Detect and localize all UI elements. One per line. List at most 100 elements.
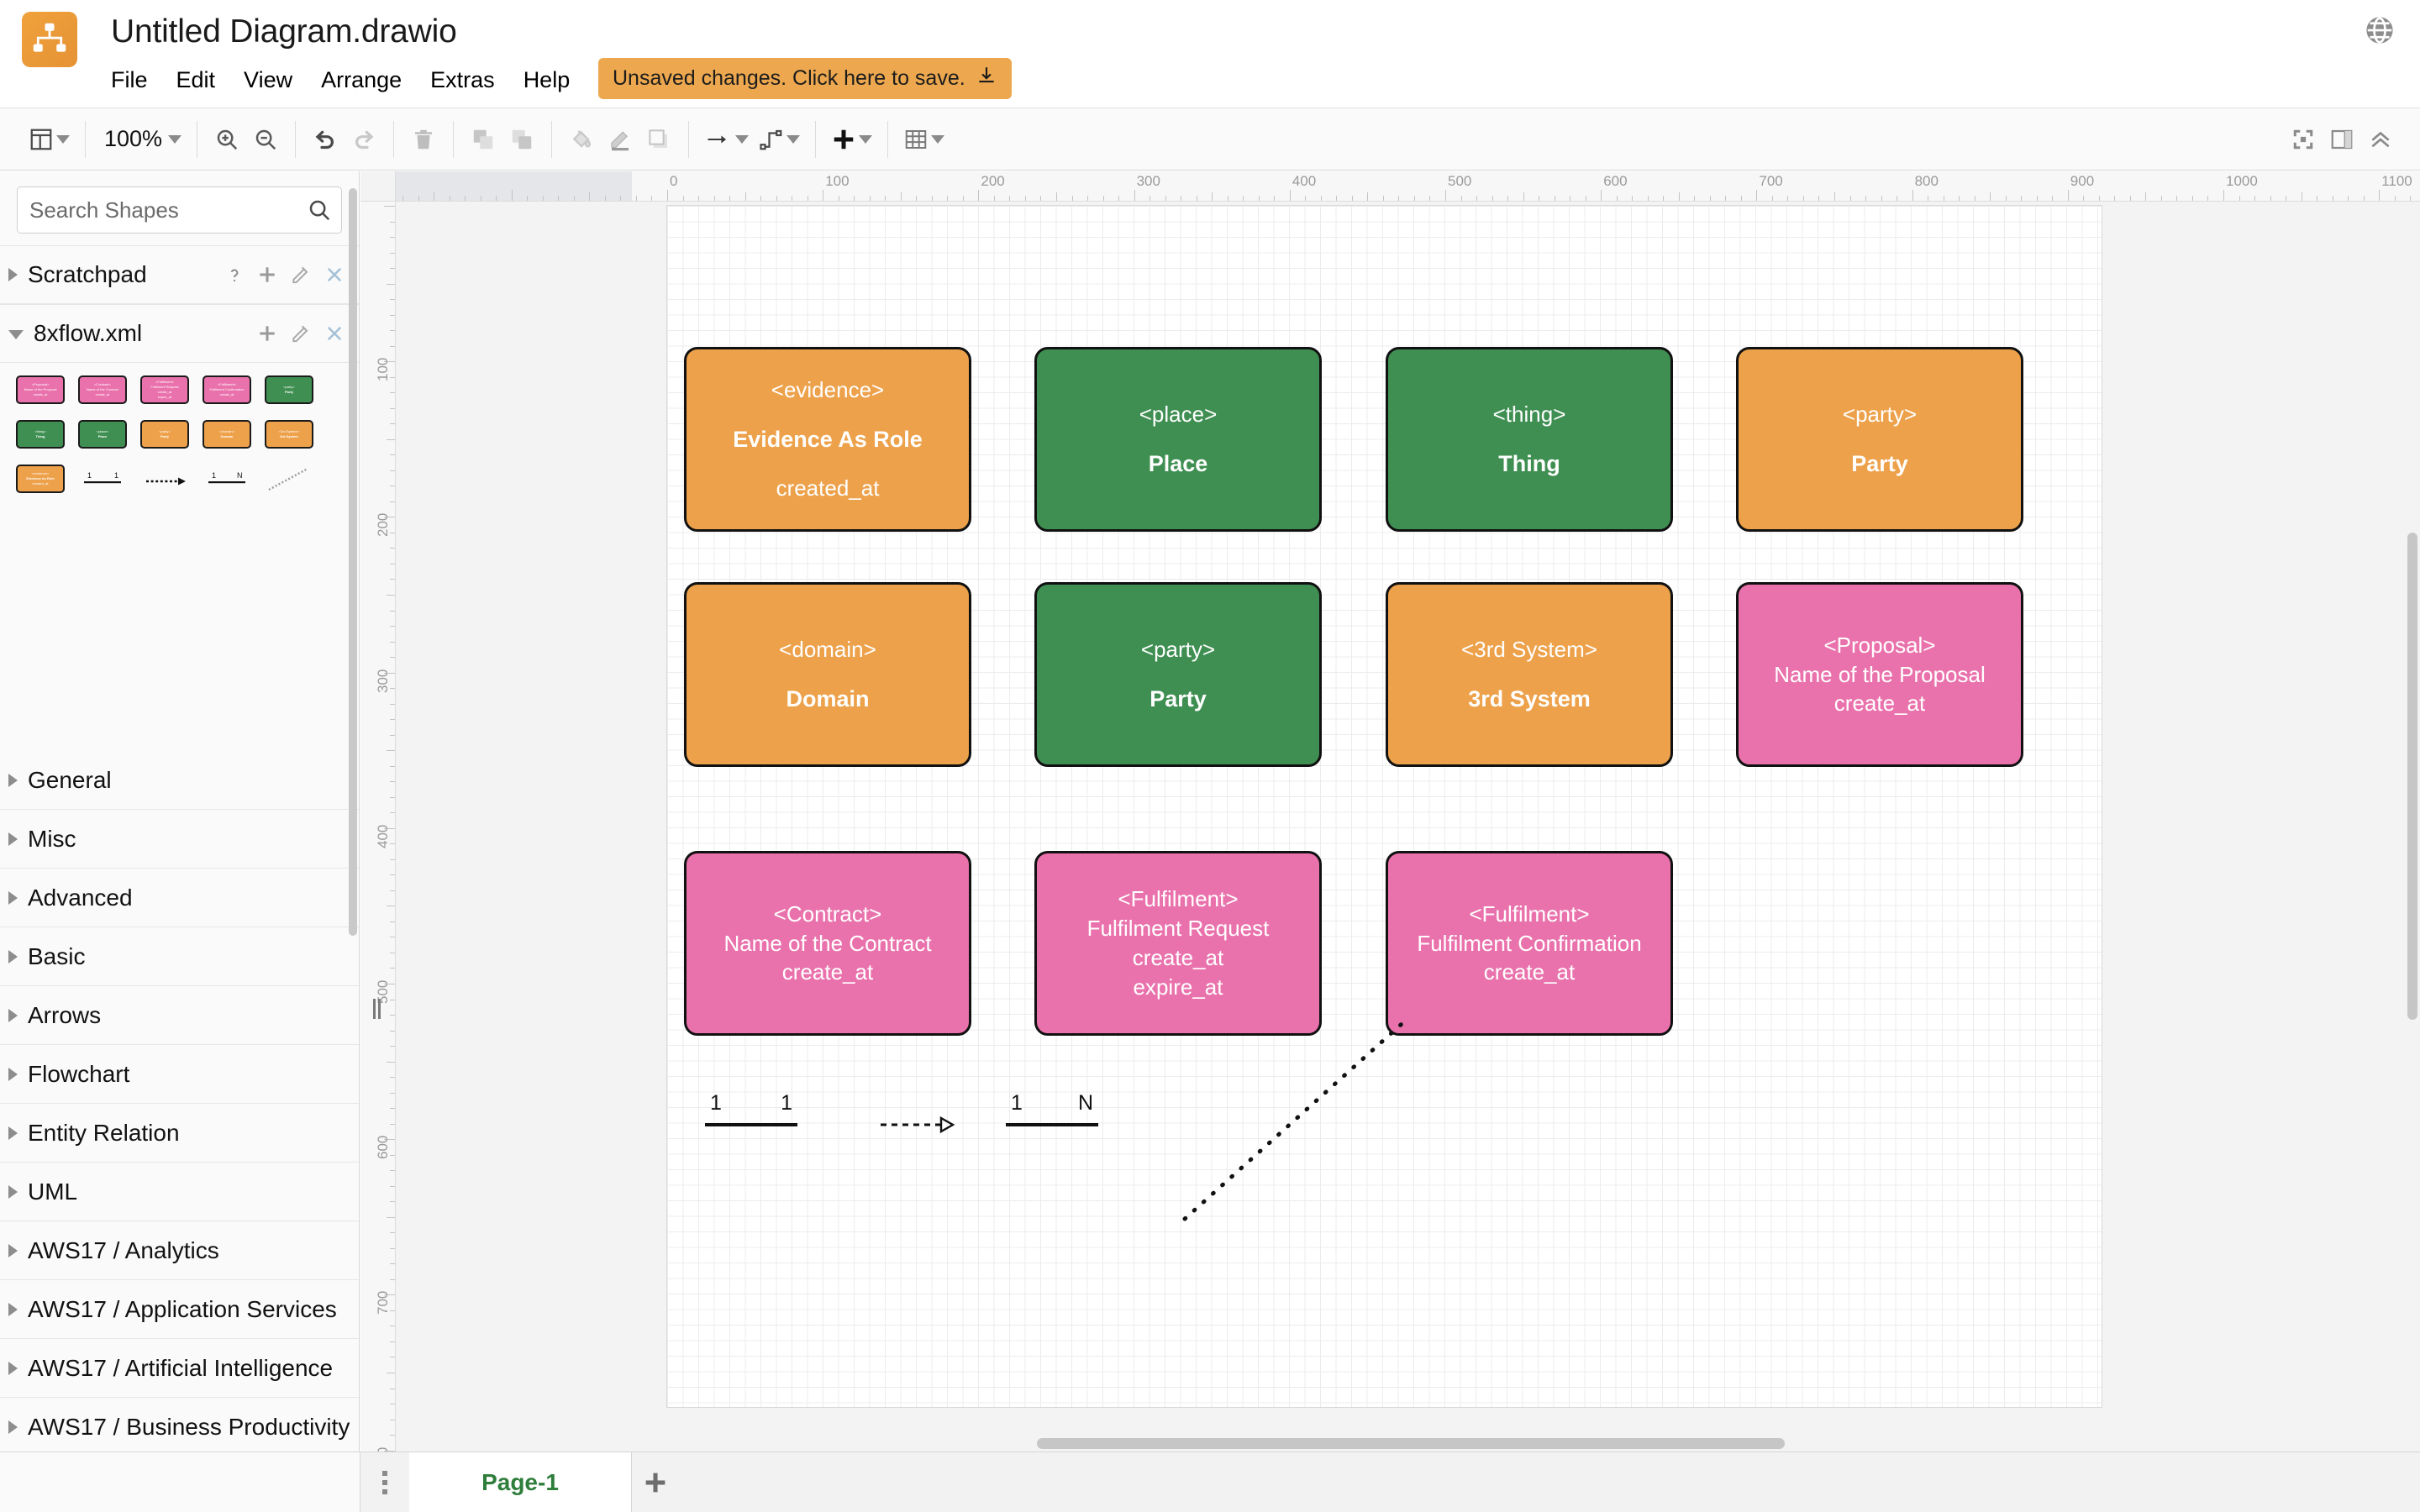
add-page-button[interactable] <box>632 1452 679 1512</box>
shape-thumb-contract[interactable]: <Contract>Name of the Contractcreate_at <box>74 373 131 407</box>
palette-header-scratchpad[interactable]: Scratchpad <box>0 245 359 304</box>
sidebar-scrollbar[interactable] <box>349 188 357 936</box>
menu-arrange[interactable]: Arrange <box>321 64 416 97</box>
connector-dotted-diagonal-icon <box>1181 1012 1413 1224</box>
sidebar-category-basic[interactable]: Basic <box>0 927 359 986</box>
category-label: AWS17 / Analytics <box>28 1237 219 1264</box>
diagram-connector-dotted-diagonal[interactable] <box>1181 1012 1413 1228</box>
shape-thumb-evidence-as-role[interactable]: <evidence>Evidence As Rolecreated_at <box>12 462 69 496</box>
shape-thumb-label: <thing>Thing <box>34 429 45 439</box>
diagram-connector-dashed-arrow[interactable] <box>879 1103 963 1144</box>
shape-thumb-thing[interactable]: <thing>Thing <box>12 417 69 451</box>
sidebar-category-general[interactable]: General <box>0 751 359 810</box>
diagram-connector-one-to-one[interactable]: 11 <box>705 1103 797 1140</box>
fill-color-icon[interactable] <box>562 115 601 164</box>
insert-plus-icon[interactable] <box>826 115 877 164</box>
shape-thumb-fulfilment-confirmation[interactable]: <Fulfilment>Fulfilment Confirmationcreat… <box>198 373 255 407</box>
shape-thumb-connector-1-n[interactable]: 1 N <box>198 462 255 496</box>
shadow-icon[interactable] <box>639 115 678 164</box>
edge-style-icon[interactable] <box>754 115 805 164</box>
zoom-out-icon[interactable] <box>246 115 285 164</box>
add-shape-icon[interactable] <box>256 264 278 286</box>
connector-end-label: 1 <box>781 1091 792 1116</box>
diagram-node-thing[interactable]: <thing>Thing <box>1386 347 1673 532</box>
menu-edit[interactable]: Edit <box>176 64 230 97</box>
ruler-guide-handle[interactable] <box>373 999 383 1019</box>
shape-palette-row: <Proposal>Name of the Proposalcreate_at … <box>12 373 347 407</box>
edit-icon[interactable] <box>290 264 312 286</box>
shape-thumb-proposal[interactable]: <Proposal>Name of the Proposalcreate_at <box>12 373 69 407</box>
sidebar-category-advanced[interactable]: Advanced <box>0 869 359 927</box>
kebab-menu-icon[interactable] <box>360 1452 409 1512</box>
diagram-node-third-system[interactable]: <3rd System>3rd System <box>1386 582 1673 767</box>
shape-thumb-connector-1-1[interactable]: 1 1 <box>74 462 131 496</box>
add-shape-icon[interactable] <box>256 323 278 344</box>
page-tab-page-1[interactable]: Page-1 <box>409 1452 632 1512</box>
undo-icon[interactable] <box>306 115 345 164</box>
sidebar-category-misc[interactable]: Misc <box>0 810 359 869</box>
trash-icon[interactable] <box>404 115 443 164</box>
canvas-vertical-scrollbar[interactable] <box>2405 171 2420 1452</box>
diagram-node-fulfilment-request[interactable]: <Fulfilment>Fulfilment Requestcreate_ate… <box>1034 851 1322 1036</box>
sidebar-category-aws-application-services[interactable]: AWS17 / Application Services <box>0 1280 359 1339</box>
connector-line <box>1006 1123 1098 1126</box>
diagram-node-fulfilment-confirmation[interactable]: <Fulfilment>Fulfilment Confirmationcreat… <box>1386 851 1673 1036</box>
bring-to-front-icon[interactable] <box>464 115 502 164</box>
canvas-scroll-viewport[interactable]: <evidence>Evidence As Rolecreated_at <pla… <box>396 202 2420 1452</box>
arrow-style-icon[interactable] <box>699 115 754 164</box>
shape-thumb-party-orange[interactable]: <party>Party <box>136 417 193 451</box>
sidebar-category-flowchart[interactable]: Flowchart <box>0 1045 359 1104</box>
close-icon[interactable] <box>324 323 345 344</box>
help-icon[interactable] <box>224 264 245 286</box>
diagram-node-domain[interactable]: <domain>Domain <box>684 582 971 767</box>
diagram-connector-one-to-n[interactable]: 1N <box>1006 1103 1098 1140</box>
zoom-in-icon[interactable] <box>208 115 246 164</box>
shape-thumb-connector-dotted-diagonal[interactable] <box>260 462 318 496</box>
diagram-node-proposal[interactable]: <Proposal>Name of the Proposalcreate_at <box>1736 582 2023 767</box>
chevron-up-icon[interactable] <box>2361 115 2400 164</box>
table-icon[interactable] <box>898 115 950 164</box>
diagram-node-place[interactable]: <place>Place <box>1034 347 1322 532</box>
format-panel-icon[interactable] <box>2323 115 2361 164</box>
sidebar-category-aws-analytics[interactable]: AWS17 / Analytics <box>0 1221 359 1280</box>
search-shapes-input[interactable] <box>17 186 342 234</box>
diagram-page[interactable]: <evidence>Evidence As Rolecreated_at <pla… <box>667 206 2102 1407</box>
shape-thumb-party-green[interactable]: <party>Party <box>260 373 318 407</box>
line-color-icon[interactable] <box>601 115 639 164</box>
chevron-right-icon <box>8 268 18 281</box>
menu-help[interactable]: Help <box>523 64 585 97</box>
shape-thumb-connector-dashed-arrow[interactable] <box>136 462 193 496</box>
chevron-right-icon <box>8 1303 18 1316</box>
horizontal-scroll-thumb[interactable] <box>1037 1438 1785 1449</box>
canvas-horizontal-scrollbar[interactable] <box>360 1435 2405 1452</box>
view-layout-button[interactable] <box>24 115 75 164</box>
send-to-back-icon[interactable] <box>502 115 541 164</box>
sidebar-category-entity-relation[interactable]: Entity Relation <box>0 1104 359 1163</box>
menu-file[interactable]: File <box>111 64 162 97</box>
close-icon[interactable] <box>324 264 345 286</box>
sidebar-category-aws-business-productivity[interactable]: AWS17 / Business Productivity <box>0 1398 359 1452</box>
diagram-node-party-green[interactable]: <party>Party <box>1034 582 1322 767</box>
vertical-scroll-thumb[interactable] <box>2407 533 2417 1020</box>
shape-thumb-fulfilment-request[interactable]: <Fulfilment>Fulfilment Requestcreate_ate… <box>136 373 193 407</box>
sidebar-category-aws-artificial-intelligence[interactable]: AWS17 / Artificial Intelligence <box>0 1339 359 1398</box>
toolbar-divider <box>551 121 552 158</box>
redo-icon[interactable] <box>345 115 383 164</box>
sidebar-category-arrows[interactable]: Arrows <box>0 986 359 1045</box>
menu-view[interactable]: View <box>244 64 307 97</box>
globe-icon[interactable] <box>2361 12 2398 49</box>
sidebar-category-uml[interactable]: UML <box>0 1163 359 1221</box>
menu-extras[interactable]: Extras <box>430 64 509 97</box>
palette-header-8xflow[interactable]: 8xflow.xml <box>0 304 359 363</box>
shape-thumb-3rd-system[interactable]: <3rd System>3rd System <box>260 417 318 451</box>
shape-thumb-domain[interactable]: <domain>Domain <box>198 417 255 451</box>
shape-thumb-place[interactable]: <place>Place <box>74 417 131 451</box>
zoom-level-button[interactable]: 100% <box>96 115 187 164</box>
search-icon[interactable] <box>307 197 332 227</box>
diagram-node-contract[interactable]: <Contract>Name of the Contractcreate_at <box>684 851 971 1036</box>
edit-icon[interactable] <box>290 323 312 344</box>
fullscreen-icon[interactable] <box>2284 115 2323 164</box>
diagram-node-evidence-as-role[interactable]: <evidence>Evidence As Rolecreated_at <box>684 347 971 532</box>
diagram-node-party-orange[interactable]: <party>Party <box>1736 347 2023 532</box>
unsaved-changes-button[interactable]: Unsaved changes. Click here to save. <box>598 58 1012 99</box>
